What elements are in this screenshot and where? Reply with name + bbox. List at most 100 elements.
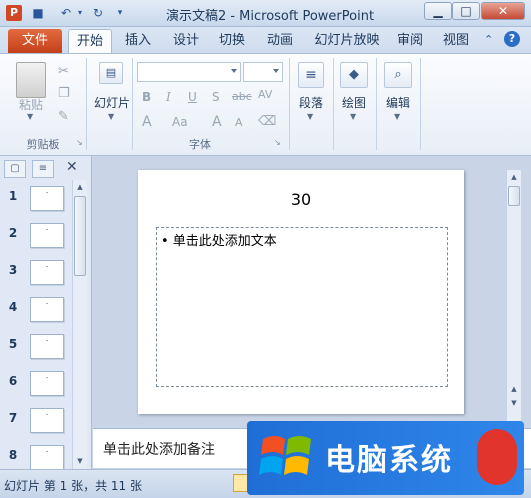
underline-button[interactable]: U	[188, 90, 197, 104]
next-slide-icon[interactable]: ▼	[507, 396, 521, 410]
paste-icon[interactable]	[16, 62, 46, 98]
slide-thumbnail[interactable]: -	[30, 371, 64, 396]
slide-thumbnail[interactable]: -	[30, 260, 64, 285]
slide-thumbnail[interactable]: -	[30, 223, 64, 248]
editing-dropdown-icon[interactable]: ▼	[394, 112, 400, 121]
shrink-font-button[interactable]: A	[235, 116, 243, 129]
close-button[interactable]: ✕	[481, 2, 525, 20]
save-icon[interactable]: ■	[30, 5, 46, 21]
title-bar: P ■ ↶ ▾ ↻ ▾ 演示文稿2 - Microsoft PowerPoint…	[0, 0, 531, 27]
slide-number: 3	[8, 263, 18, 277]
scroll-thumb[interactable]	[508, 186, 520, 206]
font-family-select[interactable]	[137, 62, 241, 82]
slide-canvas[interactable]: 30 • 单击此处添加文本	[138, 170, 464, 414]
slide-thumbnail[interactable]: -	[30, 408, 64, 433]
slide-number: 7	[8, 411, 18, 425]
paste-dropdown-icon[interactable]: ▼	[27, 112, 33, 121]
watermark-badge	[477, 429, 517, 485]
tab-transitions[interactable]: 切换	[214, 29, 250, 53]
editing-button-label[interactable]: 编辑	[380, 94, 416, 111]
minimize-button[interactable]: ▁	[424, 2, 452, 20]
tab-view[interactable]: 视图	[438, 29, 474, 53]
paragraph-icon[interactable]: ≡	[298, 62, 324, 88]
undo-dropdown-icon[interactable]: ▾	[72, 5, 88, 21]
drawing-dropdown-icon[interactable]: ▼	[350, 112, 356, 121]
minimize-ribbon-icon[interactable]: ⌃	[484, 33, 493, 46]
slide-number: 5	[8, 337, 18, 351]
slides-button-label[interactable]: 幻灯片	[90, 94, 134, 111]
change-case-button[interactable]: Aa	[172, 115, 188, 129]
slide-thumbnail[interactable]: -	[30, 297, 64, 322]
strikethrough-button[interactable]: abc	[232, 90, 252, 103]
slide-number: 6	[8, 374, 18, 388]
format-painter-icon[interactable]: ✎	[58, 109, 69, 124]
tab-slideshow[interactable]: 幻灯片放映	[310, 29, 384, 53]
drawing-button-label[interactable]: 绘图	[336, 94, 372, 111]
bold-button[interactable]: B	[142, 90, 151, 104]
customize-quick-access-icon[interactable]: ▾	[112, 5, 128, 21]
slide-number: 8	[8, 448, 18, 462]
slide-title[interactable]: 30	[138, 190, 464, 209]
slide-thumbnail[interactable]: -	[30, 186, 64, 211]
tab-design[interactable]: 设计	[168, 29, 204, 53]
tab-review[interactable]: 审阅	[392, 29, 428, 53]
slide-number: 2	[8, 226, 18, 240]
group-divider	[289, 58, 290, 150]
cut-icon[interactable]: ✂	[58, 64, 69, 79]
thumbnail-mark: -	[46, 337, 49, 344]
tab-animations[interactable]: 动画	[262, 29, 298, 53]
previous-slide-icon[interactable]: ▲	[507, 382, 521, 396]
scroll-up-icon[interactable]: ▲	[507, 170, 521, 184]
drawing-shapes-icon[interactable]: ◆	[340, 62, 368, 88]
paste-button-label[interactable]: 粘贴	[14, 96, 48, 113]
copy-icon[interactable]: ❐	[58, 86, 70, 101]
slide-thumbnail[interactable]: -	[30, 445, 64, 470]
tab-file[interactable]: 文件	[8, 29, 62, 53]
slide-thumbnail[interactable]: -	[30, 334, 64, 359]
close-panel-icon[interactable]: ✕	[66, 159, 78, 175]
new-slide-icon[interactable]: ▤	[99, 62, 123, 84]
clear-formatting-icon[interactable]: ⌫	[258, 114, 276, 129]
scroll-up-icon[interactable]: ▲	[73, 180, 87, 194]
content-placeholder-text: • 单击此处添加文本	[161, 234, 277, 249]
text-shadow-button[interactable]: S	[212, 90, 220, 104]
slides-panel: ▢ ≡ ✕ 1 - 2 - 3 - 4 - 5 - 6 - 7 - 8 - ▲ …	[0, 156, 92, 470]
grow-font-button[interactable]: A	[212, 114, 222, 130]
character-spacing-button[interactable]: AV	[258, 88, 272, 101]
outline-tab[interactable]: ≡	[32, 160, 54, 178]
paragraph-dropdown-icon[interactable]: ▼	[307, 112, 313, 121]
ribbon-home: 粘贴 ▼ ✂ ❐ ✎ 剪贴板 ↘ ▤ 幻灯片 ▼ B I U S abc AV …	[0, 53, 531, 156]
slides-dropdown-icon[interactable]: ▼	[108, 112, 114, 121]
thumbnail-mark: -	[46, 300, 49, 307]
slides-tab[interactable]: ▢	[4, 160, 26, 178]
font-color-button[interactable]: A	[142, 114, 152, 130]
scroll-thumb[interactable]	[74, 196, 86, 276]
maximize-button[interactable]: □	[452, 2, 480, 20]
group-divider	[333, 58, 334, 150]
italic-button[interactable]: I	[166, 90, 171, 104]
font-size-select[interactable]	[243, 62, 283, 82]
font-launcher-icon[interactable]: ↘	[274, 138, 281, 147]
thumbnail-mark: -	[46, 448, 49, 455]
watermark-text: 电脑系统	[325, 443, 453, 478]
slide-scrollbar[interactable]: ▲ ▲ ▼	[506, 170, 521, 426]
notes-placeholder: 单击此处添加备注	[103, 442, 215, 458]
slide-number: 1	[8, 189, 18, 203]
slides-panel-scrollbar[interactable]: ▲ ▼	[72, 180, 87, 469]
content-placeholder[interactable]: • 单击此处添加文本	[156, 227, 448, 387]
scroll-down-icon[interactable]: ▼	[73, 454, 87, 468]
redo-icon[interactable]: ↻	[90, 5, 106, 21]
tab-insert[interactable]: 插入	[120, 29, 156, 53]
powerpoint-app-icon[interactable]: P	[6, 5, 22, 21]
help-icon[interactable]: ?	[504, 31, 520, 47]
slide-editor: 30 • 单击此处添加文本 ▲ ▲ ▼	[93, 156, 531, 426]
ribbon-tabs: 文件 开始 插入 设计 切换 动画 幻灯片放映 审阅 视图 ⌃ ?	[0, 27, 531, 53]
paragraph-button-label[interactable]: 段落	[292, 94, 330, 111]
tab-home[interactable]: 开始	[68, 29, 112, 53]
clipboard-launcher-icon[interactable]: ↘	[76, 138, 83, 147]
binoculars-icon[interactable]: ⌕	[384, 62, 412, 88]
thumbnail-mark: -	[46, 411, 49, 418]
chevron-down-icon	[273, 69, 279, 73]
group-divider	[420, 58, 421, 150]
thumbnail-mark: -	[46, 189, 49, 196]
